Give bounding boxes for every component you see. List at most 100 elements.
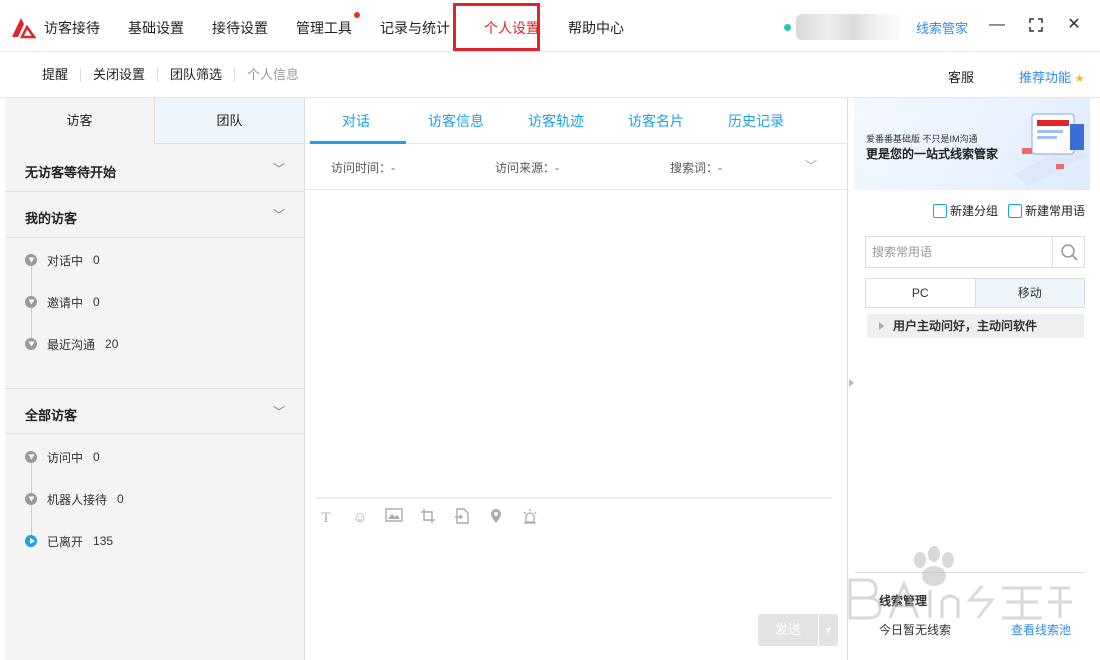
- new-phrase-button[interactable]: 新建常用语: [1008, 202, 1085, 219]
- view-lead-pool-link[interactable]: 查看线索池: [1011, 621, 1071, 638]
- row-count: 0: [93, 295, 100, 309]
- conversation-tabs: 对话 访客信息 访客轨迹 访客名片 历史记录: [306, 98, 847, 144]
- phrase-search-input[interactable]: [866, 237, 1052, 267]
- screenshot-crop-icon[interactable]: [418, 508, 438, 528]
- lead-divider: [855, 572, 1085, 573]
- my-visitors-section[interactable]: 我的访客 ﹀: [5, 192, 305, 238]
- list-item[interactable]: 最近沟通 20: [25, 334, 118, 354]
- all-visitors-section[interactable]: 全部访客 ﹀: [5, 388, 305, 434]
- online-status-dot: [784, 24, 791, 31]
- tab-visitor-info[interactable]: 访客信息: [406, 98, 506, 143]
- emoji-icon[interactable]: ☺: [350, 508, 370, 528]
- star-icon: ★: [1074, 73, 1085, 85]
- nav-records-stats[interactable]: 记录与统计: [380, 0, 464, 52]
- image-icon[interactable]: [384, 508, 404, 528]
- expand-icon: [25, 338, 37, 350]
- tab-history[interactable]: 历史记录: [706, 98, 806, 143]
- maximize-icon[interactable]: [1025, 14, 1047, 36]
- group-icon: [933, 203, 947, 218]
- expand-icon: [25, 451, 37, 463]
- chevron-down-icon[interactable]: ﹀: [805, 157, 817, 174]
- row-label: 对话中: [47, 253, 84, 268]
- lead-manager-link[interactable]: 线索管家: [916, 18, 968, 37]
- chevron-down-icon[interactable]: ﹀: [273, 160, 285, 177]
- recommend-label: 推荐功能: [1019, 70, 1072, 85]
- list-item[interactable]: 机器人接待 0: [25, 489, 124, 509]
- nav-visitor-reception[interactable]: 访客接待: [44, 0, 114, 52]
- tab-team[interactable]: 团队: [154, 98, 304, 144]
- section-title: 无访客等待开始: [25, 165, 117, 180]
- nav-help-center[interactable]: 帮助中心: [568, 0, 638, 52]
- sub-bar: 提醒 关闭设置 团队筛选 个人信息 客服 推荐功能 ★: [0, 52, 1100, 98]
- chevron-down-icon[interactable]: ﹀: [273, 206, 285, 223]
- document-icon: [1008, 203, 1023, 218]
- tab-visitors[interactable]: 访客: [5, 98, 154, 144]
- text-format-icon[interactable]: T: [316, 508, 336, 528]
- phrase-actions: 新建分组 新建常用语: [933, 202, 1085, 219]
- subnav-reminder[interactable]: 提醒: [30, 68, 82, 82]
- user-name-blurred[interactable]: [796, 14, 900, 40]
- row-count: 135: [93, 534, 114, 548]
- tab-pc[interactable]: PC: [865, 278, 976, 308]
- new-group-label: 新建分组: [950, 204, 999, 218]
- subnav-close-settings[interactable]: 关闭设置: [81, 68, 159, 82]
- list-item[interactable]: 对话中 0: [25, 250, 100, 270]
- sub-nav: 提醒 关闭设置 团队筛选 个人信息: [30, 52, 311, 98]
- nav-management-tools[interactable]: 管理工具: [296, 0, 366, 52]
- customer-service-link[interactable]: 客服: [948, 67, 974, 86]
- location-icon[interactable]: [486, 508, 506, 528]
- conversation-panel: 对话 访客信息 访客轨迹 访客名片 历史记录 访问时间：- 访问来源：- 搜索词…: [306, 98, 848, 660]
- subnav-team-filter[interactable]: 团队筛选: [158, 68, 236, 82]
- row-label: 已离开: [47, 534, 84, 549]
- nav-basic-settings[interactable]: 基础设置: [128, 0, 198, 52]
- list-item[interactable]: 邀请中 0: [25, 292, 100, 312]
- visitor-tabs: 访客 团队: [5, 98, 304, 144]
- editor-toolbar: T ☺: [316, 508, 540, 528]
- lead-management-title: 线索管理: [879, 594, 928, 608]
- lead-empty-text: 今日暂无线索: [879, 623, 952, 637]
- row-count: 20: [105, 337, 119, 351]
- list-item[interactable]: 已离开 135: [25, 531, 113, 551]
- expand-icon: [25, 254, 37, 266]
- file-send-icon[interactable]: [452, 508, 472, 528]
- banner-line2: 更是您的一站式线索管家: [866, 147, 999, 161]
- tab-dialogue[interactable]: 对话: [306, 98, 406, 144]
- visit-source: 访问来源：-: [495, 161, 559, 175]
- list-item[interactable]: 访问中 0: [25, 447, 100, 467]
- visitor-panel: 访客 团队 无访客等待开始 ﹀ 我的访客 ﹀ 对话中 0 邀请中 0 最近沟通 …: [5, 98, 305, 660]
- top-bar: 访客接待 基础设置 接待设置 管理工具 记录与统计 个人设置 帮助中心 线索管家…: [0, 0, 1100, 52]
- chevron-down-icon[interactable]: ▼: [818, 614, 838, 646]
- expand-icon: [25, 493, 37, 505]
- assistant-panel: 爱番番基础版 不只是IM沟通 更是您的一站式线索管家 新建分组 新建常用语 PC: [849, 98, 1100, 660]
- minimize-icon[interactable]: —: [986, 14, 1008, 36]
- alarm-icon[interactable]: [520, 508, 540, 528]
- nav-label: 记录与统计: [380, 20, 450, 36]
- send-label[interactable]: 发送: [758, 614, 818, 646]
- section-title: 全部访客: [25, 408, 78, 423]
- subnav-personal-info[interactable]: 个人信息: [235, 68, 311, 82]
- row-label: 最近沟通: [47, 337, 96, 352]
- phrase-group-item[interactable]: 用户主动问好，主动问软件: [867, 314, 1084, 338]
- tab-mobile[interactable]: 移动: [975, 278, 1085, 308]
- nav-label: 帮助中心: [568, 20, 624, 36]
- close-icon[interactable]: ✕: [1063, 14, 1085, 36]
- new-phrase-label: 新建常用语: [1025, 204, 1086, 218]
- phrase-search: [865, 236, 1085, 268]
- expand-icon: [25, 296, 37, 308]
- nav-reception-settings[interactable]: 接待设置: [212, 0, 282, 52]
- notification-dot: [354, 12, 360, 18]
- recommend-features-link[interactable]: 推荐功能 ★: [1019, 67, 1085, 86]
- no-visitor-section[interactable]: 无访客等待开始 ﹀: [5, 146, 305, 192]
- promo-banner[interactable]: 爱番番基础版 不只是IM沟通 更是您的一站式线索管家: [854, 98, 1090, 190]
- search-word: 搜索词：-: [670, 161, 722, 175]
- tab-visitor-track[interactable]: 访客轨迹: [506, 98, 606, 143]
- highlight-box: [453, 3, 540, 51]
- tab-visitor-card[interactable]: 访客名片: [606, 98, 706, 143]
- nav-label: 基础设置: [128, 20, 184, 36]
- banner-illustration-icon: [1014, 113, 1088, 186]
- search-icon[interactable]: [1052, 237, 1084, 267]
- row-count: 0: [93, 253, 100, 267]
- send-button[interactable]: 发送 ▼: [758, 614, 838, 646]
- new-group-button[interactable]: 新建分组: [933, 202, 998, 219]
- chevron-down-icon[interactable]: ﹀: [273, 403, 285, 420]
